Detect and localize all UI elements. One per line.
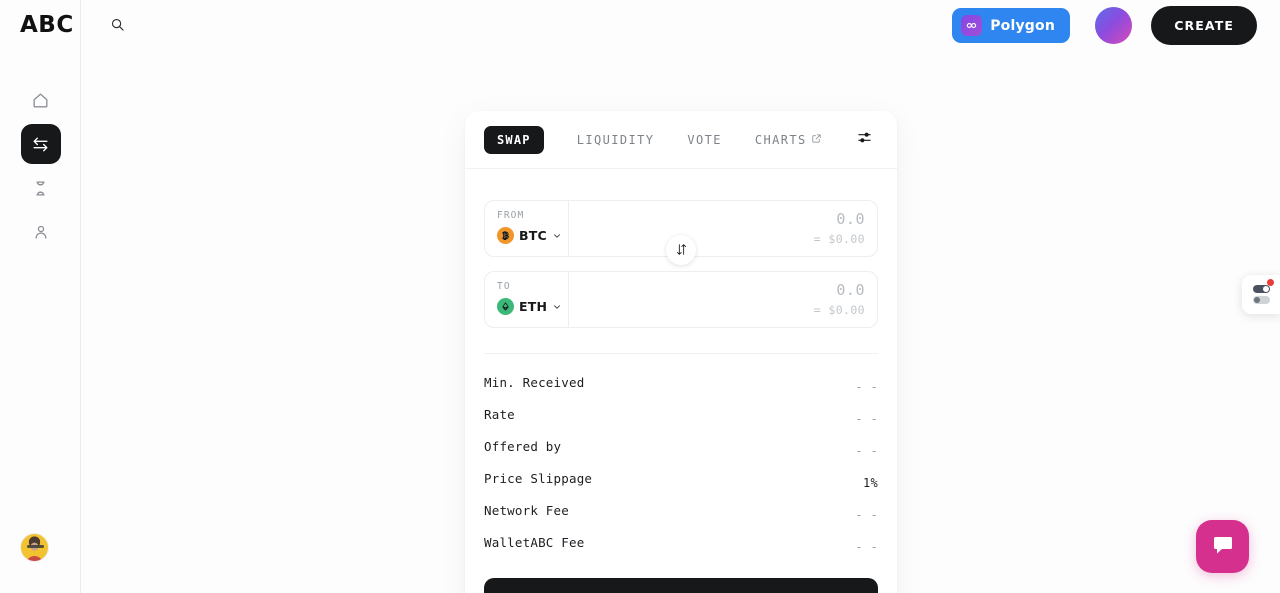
sidebar: ABC [0, 0, 81, 593]
chevron-down-icon [552, 297, 562, 316]
detail-row-rate: Rate - - [484, 407, 878, 439]
tab-swap-label: SWAP [497, 132, 531, 147]
detail-row-network-fee: Network Fee - - [484, 503, 878, 535]
create-button[interactable]: CREATE [1151, 6, 1257, 45]
search-button[interactable] [104, 13, 130, 39]
side-toggle-widget[interactable] [1242, 275, 1280, 314]
detail-label: Offered by [484, 439, 562, 454]
detail-value: - - [855, 380, 878, 394]
swap-direction-button[interactable] [666, 235, 696, 265]
to-usd-value: = $0.00 [813, 303, 865, 317]
detail-value: - - [855, 540, 878, 554]
detail-label: Price Slippage [484, 471, 593, 486]
ethereum-icon [497, 298, 514, 315]
svg-text:₿: ₿ [502, 231, 508, 240]
to-field: TO ETH 0.0 = $0.00 [484, 271, 878, 328]
topbar: Polygon CREATE [81, 0, 1280, 51]
sliders-icon [856, 129, 873, 150]
sidebar-nav [0, 76, 81, 256]
app-root: ABC Polygon CREATE SWAP LIQUIDITY VOTE C… [0, 0, 1280, 593]
to-field-left: TO ETH [485, 272, 569, 327]
chat-bubble-icon [1211, 533, 1235, 561]
polygon-logo-icon [961, 15, 983, 36]
detail-row-walletabc-fee: WalletABC Fee - - [484, 535, 878, 567]
search-icon [110, 17, 125, 36]
from-field-right[interactable]: 0.0 = $0.00 [569, 201, 877, 256]
tab-liquidity-label: LIQUIDITY [576, 132, 655, 147]
sidebar-item-history[interactable] [21, 168, 61, 208]
card-tabs: SWAP LIQUIDITY VOTE CHARTS [465, 111, 897, 169]
detail-label: Rate [484, 407, 515, 422]
swap-direction-icon [675, 241, 688, 260]
tab-vote-label: VOTE [687, 132, 722, 147]
tab-swap[interactable]: SWAP [484, 125, 544, 154]
network-label: Polygon [990, 17, 1055, 34]
from-amount-input[interactable]: 0.0 [836, 210, 865, 228]
detail-row-min-received: Min. Received - - [484, 375, 878, 407]
from-label: FROM [497, 210, 525, 221]
detail-label: WalletABC Fee [484, 535, 585, 550]
swap-fields: FROM ₿ BTC 0.0 = $0.00 TO ETH 0.0 = $0.0… [465, 169, 897, 328]
detail-label: Network Fee [484, 503, 569, 518]
person-icon [32, 223, 50, 241]
detail-value: - - [855, 508, 878, 522]
avatar[interactable] [20, 533, 49, 562]
swap-submit-button[interactable] [484, 578, 878, 593]
swap-details: Min. Received - - Rate - - Offered by - … [465, 354, 897, 567]
to-token-symbol: ETH [519, 299, 548, 314]
to-token-selector[interactable]: ETH [497, 297, 568, 316]
to-label: TO [497, 281, 511, 292]
sidebar-item-profile[interactable] [21, 212, 61, 252]
detail-value: - - [855, 412, 878, 426]
brand-logo[interactable]: ABC [20, 12, 74, 38]
external-link-icon [811, 133, 822, 147]
hourglass-icon [32, 180, 49, 197]
swap-icon [31, 135, 50, 154]
detail-row-price-slippage: Price Slippage 1% [484, 471, 878, 503]
sidebar-item-swap[interactable] [20, 124, 61, 164]
bitcoin-icon: ₿ [497, 227, 514, 244]
from-field-left: FROM ₿ BTC [485, 201, 569, 256]
detail-label: Min. Received [484, 375, 585, 390]
chat-button[interactable] [1196, 520, 1249, 573]
detail-value: 1% [862, 476, 878, 490]
tab-charts-label: CHARTS [754, 132, 807, 147]
from-token-selector[interactable]: ₿ BTC [497, 226, 568, 245]
sidebar-item-home[interactable] [21, 80, 61, 120]
wallet-avatar[interactable] [1095, 7, 1132, 44]
tab-vote[interactable]: VOTE [687, 133, 722, 147]
settings-button[interactable] [853, 129, 875, 151]
to-amount-input[interactable]: 0.0 [836, 281, 865, 299]
from-usd-value: = $0.00 [813, 232, 865, 246]
tab-charts[interactable]: CHARTS [755, 133, 822, 147]
chevron-down-icon [552, 226, 562, 245]
detail-value: - - [855, 444, 878, 458]
toggles-icon [1252, 285, 1270, 304]
detail-row-offered-by: Offered by - - [484, 439, 878, 471]
tab-liquidity[interactable]: LIQUIDITY [577, 133, 655, 147]
network-selector[interactable]: Polygon [952, 8, 1070, 43]
swap-card: SWAP LIQUIDITY VOTE CHARTS FROM ₿ BTC 0.… [465, 111, 897, 593]
to-field-right[interactable]: 0.0 = $0.00 [569, 272, 877, 327]
from-token-symbol: BTC [519, 228, 547, 243]
home-icon [31, 91, 50, 110]
